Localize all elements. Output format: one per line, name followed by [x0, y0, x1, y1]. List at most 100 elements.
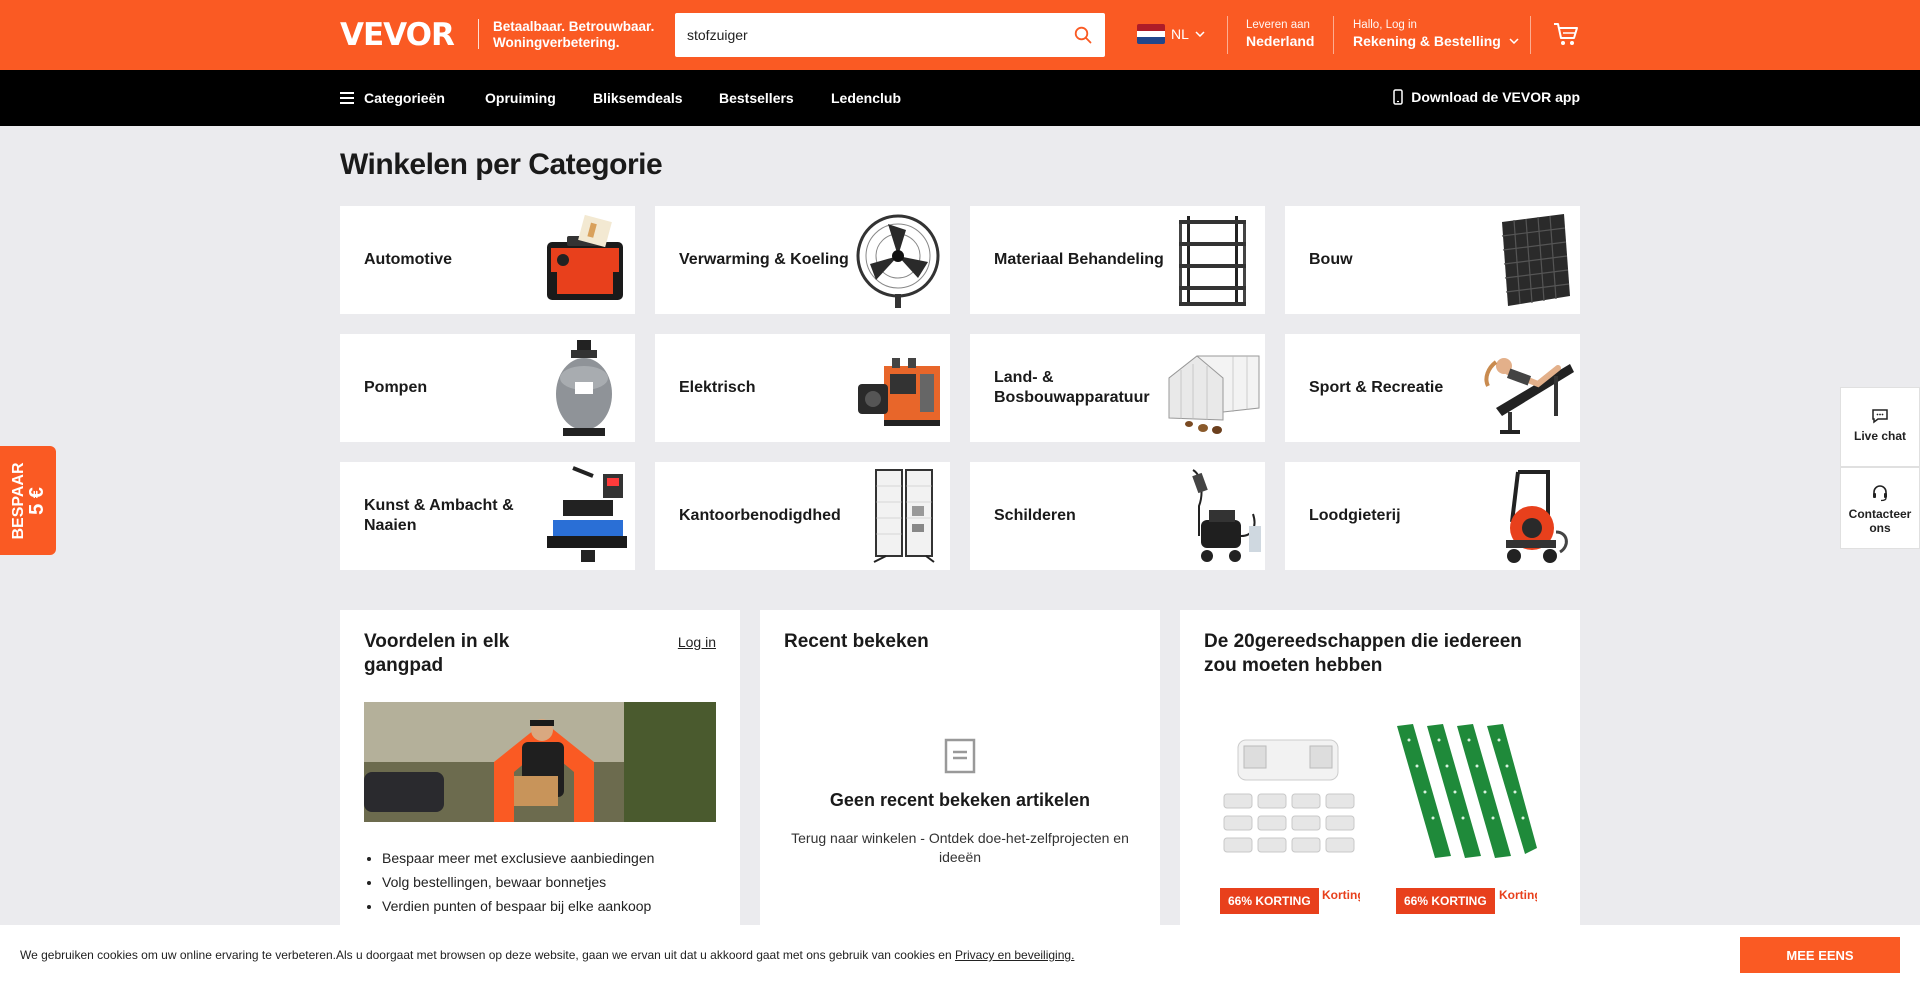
cart-button[interactable]: [1552, 20, 1580, 48]
cart-icon: [1554, 23, 1578, 45]
contact-button[interactable]: Contacteer ons: [1840, 467, 1920, 549]
download-app-link[interactable]: Download de VEVOR app: [1393, 89, 1580, 105]
discount-label: Korting: [1499, 888, 1537, 902]
empty-state-subtitle: Terug naar winkelen - Ontdek doe-het-zel…: [791, 830, 1129, 865]
discount-badge: 66% KORTING: [1220, 888, 1319, 914]
category-card-kantoorbenodigdheden[interactable]: Kantoorbenodigdheden: [655, 462, 950, 570]
category-card-kunst-ambacht-naaien[interactable]: Kunst & Ambacht & Naaien: [340, 462, 635, 570]
login-link[interactable]: Log in: [678, 634, 716, 650]
main-nav: Categorieën Opruiming Bliksemdeals Bests…: [0, 70, 1920, 126]
tools-title: De 20gereedschappen die iedereen zou moe…: [1204, 631, 1522, 676]
tagline-line-1: Betaalbaar. Betrouwbaar.: [493, 19, 655, 34]
nav-item-bestsellers[interactable]: Bestsellers: [719, 90, 794, 106]
list-item: Bespaar meer met exclusieve aanbiedingen: [382, 846, 654, 870]
fan-icon: [856, 214, 940, 308]
category-label: Elektrisch: [679, 379, 756, 396]
category-card-loodgieterij[interactable]: Loodgieterij: [1285, 462, 1580, 570]
logo-text[interactable]: VEVOR: [340, 17, 455, 53]
category-card-elektrisch[interactable]: Elektrisch: [655, 334, 950, 442]
display-panel-icon: [873, 469, 935, 563]
shelving-icon: [1179, 216, 1246, 306]
discount-badge: 66% KORTING: [1396, 888, 1495, 914]
category-label: Bouw: [1309, 251, 1353, 268]
delivery-person-image: [364, 702, 716, 822]
category-card-schilderen[interactable]: Schilderen: [970, 462, 1265, 570]
tagline: Betaalbaar. Betrouwbaar. Woningverbeteri…: [493, 19, 654, 51]
category-card-land-bosbouwapparatuur[interactable]: Land- & Bosbouwapparatuur: [970, 334, 1265, 442]
list-item: Volg bestellingen, bewaar bonnetjes: [382, 870, 654, 894]
nav-item-ledenclub[interactable]: Ledenclub: [831, 90, 901, 106]
deliver-label: Leveren aan: [1246, 19, 1310, 31]
hamburger-icon: [340, 92, 354, 104]
benefits-panel: Voordelen in elk gangpad Log in Bespaar …: [340, 610, 740, 940]
accept-cookies-button[interactable]: MEE EENS: [1740, 937, 1900, 973]
category-label: Verwarming & Koeling: [679, 251, 849, 268]
paint-sprayer-icon: [1192, 469, 1261, 562]
category-label: Schilderen: [994, 507, 1076, 524]
live-chat-button[interactable]: Live chat: [1840, 387, 1920, 467]
cookie-text: We gebruiken cookies om uw online ervari…: [20, 948, 1074, 962]
pool-filter-icon: [556, 340, 612, 436]
chevron-down-icon: [1195, 31, 1205, 37]
save-coupon-tab[interactable]: BESPAAR 5 €: [0, 446, 56, 555]
tagline-line-2: Woningverbetering.: [493, 35, 620, 50]
cookie-message: We gebruiken cookies om uw online ervari…: [20, 948, 952, 962]
drain-cleaner-icon: [1506, 470, 1568, 563]
deliver-to[interactable]: Leveren aan Nederland: [1246, 19, 1314, 49]
category-card-bouw[interactable]: Bouw: [1285, 206, 1580, 314]
contact-label: Contacteer ons: [1848, 507, 1912, 535]
discount-label: Korting: [1322, 888, 1360, 902]
benefits-title: Voordelen in elk gangpad: [364, 631, 510, 676]
recent-title: Recent bekeken: [784, 631, 929, 652]
category-label: Loodgieterij: [1309, 507, 1401, 524]
nav-item-opruiming[interactable]: Opruiming: [485, 90, 556, 106]
search-bar: [675, 13, 1105, 57]
deliver-country: Nederland: [1246, 33, 1315, 49]
page-title: Winkelen per Categorie: [340, 148, 663, 181]
category-card-verwarming-koeling[interactable]: Verwarming & Koeling: [655, 206, 950, 314]
empty-state-title: Geen recent bekeken artikelen: [829, 790, 1091, 810]
category-label: Land- & Bosbouwapparatuur: [994, 369, 1150, 406]
chicken-coop-icon: [1168, 355, 1260, 434]
category-card-sport-recreatie[interactable]: Sport & Recreatie: [1285, 334, 1580, 442]
bench-icon: [1484, 358, 1574, 434]
category-card-automotive[interactable]: Automotive: [340, 206, 635, 314]
category-label: Kantoorbenodigdheden: [679, 507, 841, 524]
live-chat-label: Live chat: [1853, 429, 1907, 443]
category-label: Sport & Recreatie: [1309, 379, 1444, 396]
category-label: Materiaal Behandeling: [994, 251, 1164, 268]
wire-stripper-icon: [858, 358, 940, 426]
category-label: Pompen: [364, 379, 428, 396]
category-label: Automotive: [364, 251, 452, 268]
nav-categories[interactable]: Categorieën: [340, 90, 445, 106]
language-code: NL: [1171, 26, 1189, 42]
language-selector[interactable]: NL: [1137, 24, 1205, 44]
emergency-light-icon[interactable]: [1218, 720, 1363, 865]
category-card-materiaal-behandeling[interactable]: Materiaal Behandeling: [970, 206, 1265, 314]
header: VEVOR Betaalbaar. Betrouwbaar. Woningver…: [0, 0, 1920, 70]
phone-icon: [1393, 89, 1403, 105]
search-icon: [1074, 26, 1092, 44]
header-divider: [1530, 16, 1531, 54]
download-app-label: Download de VEVOR app: [1411, 89, 1580, 105]
header-divider: [1333, 16, 1334, 54]
account-greeting: Hallo, Log in: [1353, 19, 1417, 31]
list-item: Verdien punten of bespaar bij elke aanko…: [382, 894, 654, 918]
category-card-pompen[interactable]: Pompen: [340, 334, 635, 442]
document-icon: [944, 738, 976, 774]
search-input[interactable]: [675, 13, 1061, 57]
headset-icon: [1873, 485, 1887, 502]
toolbox-icon: [547, 214, 623, 300]
benefit-list: Bespaar meer met exclusieve aanbiedingen…: [382, 846, 654, 918]
search-button[interactable]: [1061, 13, 1105, 57]
category-label: Kunst & Ambacht & Naaien: [364, 497, 514, 534]
nl-flag-icon: [1137, 24, 1165, 44]
account-label: Rekening & Bestelling: [1353, 33, 1501, 49]
save-tab-line-2: 5 €: [26, 486, 48, 515]
privacy-link[interactable]: Privacy en beveiliging.: [955, 948, 1074, 962]
fence-post-icon[interactable]: [1393, 720, 1538, 865]
vevor-logo[interactable]: VEVOR: [340, 17, 455, 53]
nav-item-bliksemdeals[interactable]: Bliksemdeals: [593, 90, 683, 106]
account-menu[interactable]: Hallo, Log in Rekening & Bestelling: [1353, 19, 1519, 49]
chat-icon: [1872, 409, 1888, 424]
